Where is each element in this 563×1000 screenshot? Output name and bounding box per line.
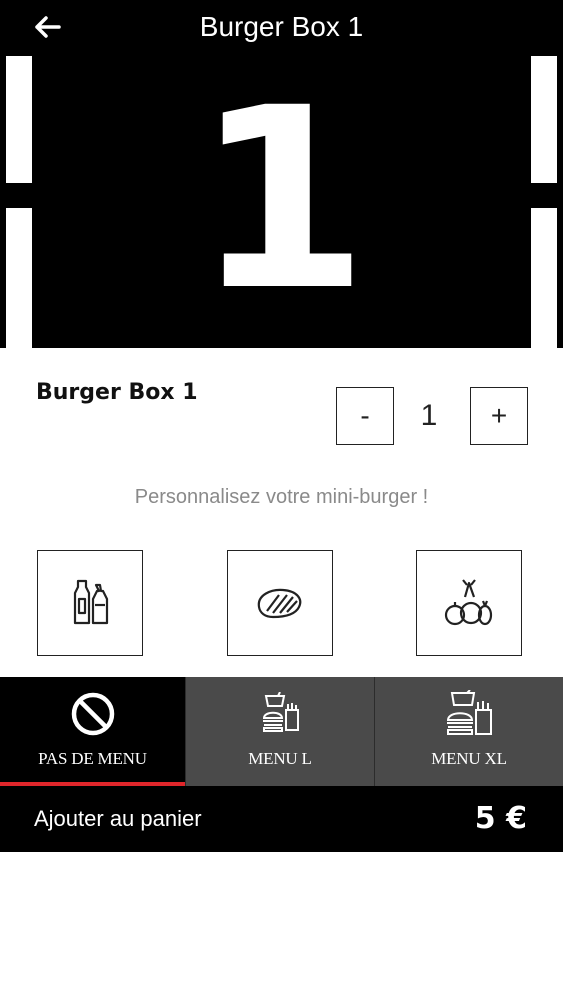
- no-symbol-icon: [71, 692, 114, 736]
- tab-menu-xl[interactable]: MENU XL: [374, 677, 563, 786]
- burger-menu-icon: [262, 692, 299, 732]
- vegetables-icon: [444, 579, 493, 626]
- tab-label: PAS DE MENU: [38, 749, 147, 768]
- sauce-bottles-icon: [73, 579, 109, 625]
- page-title: Burger Box 1: [199, 11, 364, 42]
- steak-icon: [257, 588, 302, 619]
- add-to-cart-button[interactable]: Ajouter au panier 5 €: [0, 786, 563, 852]
- product-name: Burger Box 1: [36, 380, 198, 405]
- option-meat-button[interactable]: [227, 550, 333, 656]
- hero-numeral: 1: [194, 56, 369, 345]
- menu-tabs: PAS DE MENU MENU L MENU XL: [0, 677, 563, 786]
- app-header: Burger Box 1: [0, 0, 563, 56]
- burger-menu-xl-icon: [446, 690, 492, 735]
- decrement-button[interactable]: -: [336, 387, 394, 445]
- tab-menu-l[interactable]: MENU L: [185, 677, 374, 786]
- tab-no-menu[interactable]: PAS DE MENU: [0, 677, 185, 786]
- tab-label: MENU L: [248, 749, 312, 768]
- cart-price: 5 €: [474, 801, 527, 836]
- tab-label: MENU XL: [431, 749, 507, 768]
- product-image: 1: [0, 56, 563, 348]
- option-vegetables-button[interactable]: [416, 550, 522, 656]
- customize-prompt: Personnalisez votre mini-burger !: [134, 486, 429, 508]
- option-sauces-button[interactable]: [37, 550, 143, 656]
- increment-button[interactable]: +: [470, 387, 528, 445]
- add-to-cart-label: Ajouter au panier: [34, 806, 202, 831]
- quantity-value: 1: [420, 399, 438, 432]
